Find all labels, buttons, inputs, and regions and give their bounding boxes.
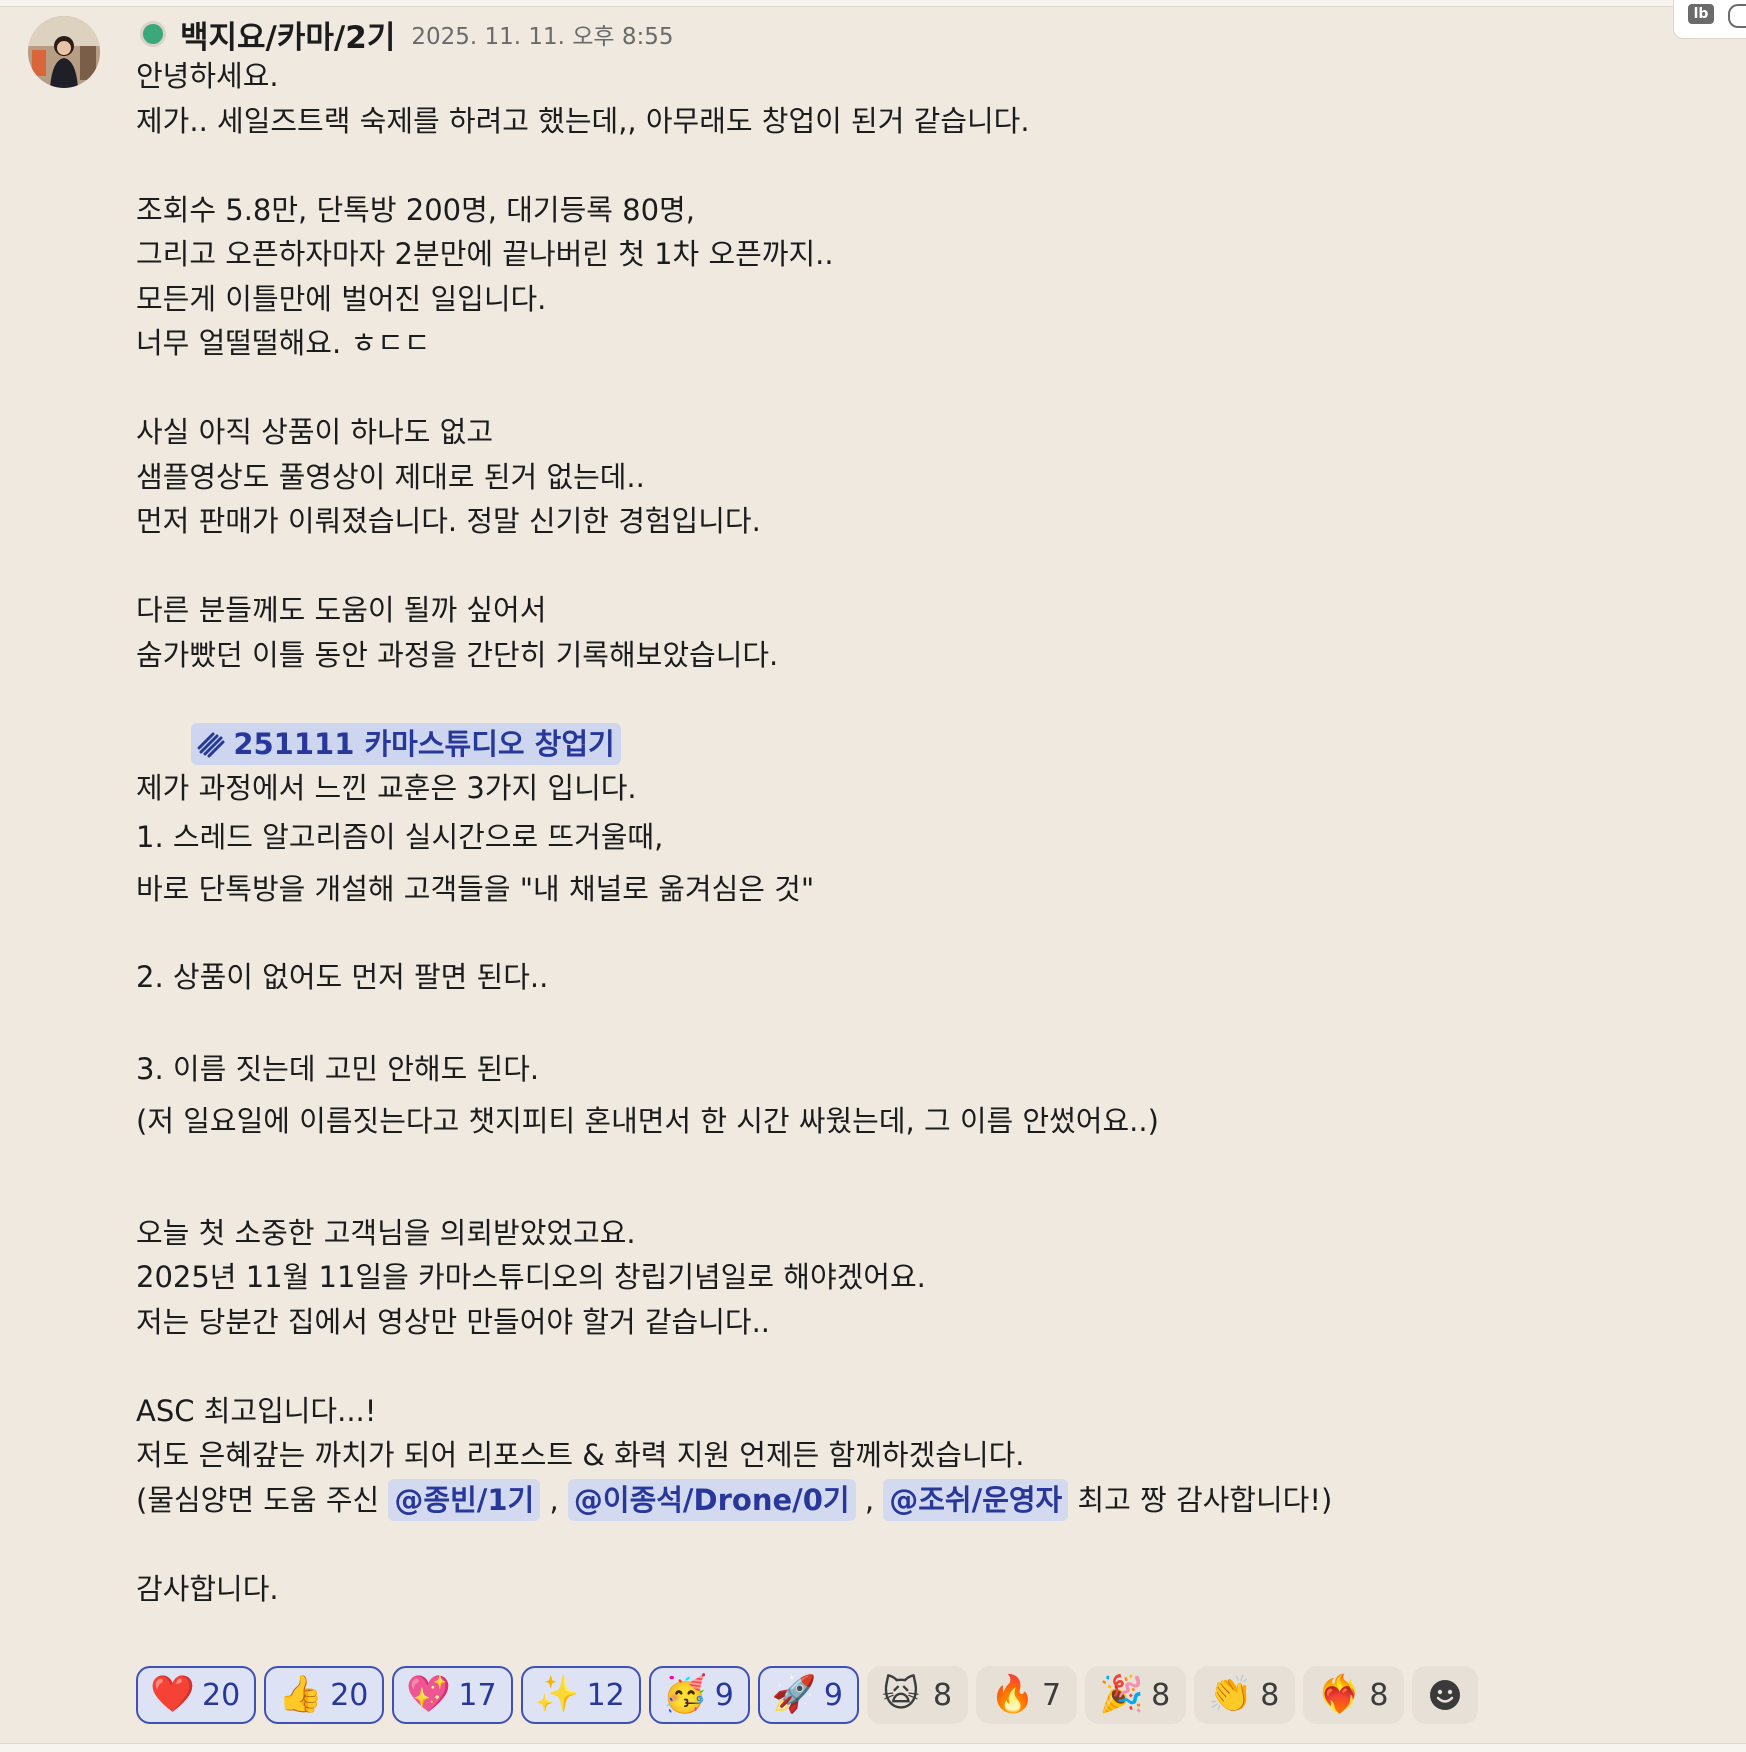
canvas-link-label: 251111 카마스튜디오 창업기 <box>233 726 615 761</box>
reaction-count: 20 <box>330 1677 369 1713</box>
message-line <box>136 1344 1696 1389</box>
clapping-hands-icon: 👏 <box>1208 1674 1254 1715</box>
message-line: 그리고 오픈하자마자 2분만에 끝나버린 첫 1차 오픈까지.. <box>136 237 834 271</box>
lesson-1: 1. 스레드 알고리즘이 실시간으로 뜨거울때, <box>136 819 664 854</box>
mention-josh[interactable]: @조쉬/운영자 <box>883 1478 1069 1521</box>
reaction-count: 8 <box>932 1677 953 1713</box>
party-face-icon: 🥳 <box>662 1674 708 1715</box>
sparkles-icon: ✨ <box>534 1674 580 1715</box>
reaction-count: 8 <box>1260 1677 1280 1713</box>
message-timestamp[interactable]: 2025. 11. 11. 오후 8:55 <box>411 17 673 51</box>
message-line: 오늘 첫 소중한 고객님을 의뢰받았었고요. <box>136 1215 636 1250</box>
message-line: ASC 최고입니다...! <box>136 1393 377 1428</box>
rocket-icon: 🚀 <box>771 1674 817 1715</box>
reaction-thumbs-up[interactable]: 👍 20 <box>264 1666 385 1724</box>
message-line: 조회수 5.8만, 단톡방 200명, 대기등록 80명, <box>136 192 695 227</box>
shocked-cat-icon: 🙀 <box>882 1674 920 1715</box>
fire-icon: 🔥 <box>990 1674 1035 1715</box>
more-actions-icon[interactable] <box>1728 4 1746 28</box>
canvas-icon <box>197 732 225 757</box>
lessons-intro: 제가 과정에서 느낀 교훈은 3가지 입니다. <box>136 771 637 805</box>
reaction-count: 17 <box>458 1677 497 1713</box>
heart-icon: ❤️ <box>150 1674 195 1715</box>
separator: , <box>549 1482 559 1517</box>
message-line <box>136 544 1696 589</box>
reaction-sparkles[interactable]: ✨ 12 <box>520 1666 641 1724</box>
lesson-2: 2. 상품이 없어도 먼저 팔면 된다.. <box>136 959 549 994</box>
avatar[interactable] <box>28 16 100 88</box>
message-line: 다른 분들께도 도움이 될까 싶어서 <box>136 593 547 627</box>
reaction-sparkling-heart[interactable]: 💖 17 <box>392 1666 513 1724</box>
smiley-icon <box>1430 1680 1461 1710</box>
message-body: 안녕하세요. 제가.. 세일즈트랙 숙제를 하려고 했는데,, 아무래도 창업이… <box>136 54 1696 1611</box>
mention-leejongseok[interactable]: @이종석/Drone/0기 <box>567 1478 856 1521</box>
reaction-party-popper[interactable]: 🎉 8 <box>1085 1666 1187 1724</box>
message-line: 먼저 판매가 이뤄졌습니다. 정말 신기한 경험입니다. <box>136 504 761 538</box>
thanks-suffix: 최고 짱 감사합니다!) <box>1077 1482 1333 1517</box>
bottom-divider <box>0 1743 1746 1752</box>
reaction-clapping-hands[interactable]: 👏 8 <box>1194 1666 1296 1724</box>
reaction-count: 7 <box>1042 1677 1062 1713</box>
lesson-1-detail: 바로 단톡방을 개설해 고객들을 "내 채널로 옮겨심은 것" <box>136 871 815 906</box>
lesson-3-note: (저 일요일에 이름짓는다고 챗지피티 혼내면서 한 시간 싸웠는데, 그 이름… <box>136 1103 1159 1138</box>
lesson-3: 3. 이름 짓는데 고민 안해도 된다. <box>136 1051 540 1086</box>
author-name[interactable]: 백지요/카마/2기 <box>180 12 395 57</box>
message: 백지요/카마/2기 2025. 11. 11. 오후 8:55 안녕하세요. 제… <box>136 14 1696 1611</box>
message-line: 저도 은혜갚는 까치가 되어 리포스트 & 화력 지원 언제든 함께하겠습니다. <box>136 1438 1025 1472</box>
reaction-count: 8 <box>1151 1677 1171 1713</box>
party-popper-icon: 🎉 <box>1099 1674 1144 1715</box>
message-line: 샘플영상도 풀영상이 제대로 된거 없는데.. <box>136 459 645 494</box>
reaction-count: 8 <box>1369 1677 1389 1713</box>
canvas-link-line: 251111 카마스튜디오 창업기 <box>136 677 1696 765</box>
message-line: 숨가빴던 이틀 동안 과정을 간단히 기록해보았습니다. <box>136 637 779 672</box>
reaction-shocked-cat[interactable]: 🙀 8 <box>866 1666 969 1724</box>
closing-line: 감사합니다. <box>136 1571 279 1606</box>
reaction-count: 9 <box>823 1677 843 1713</box>
reaction-heart-on-fire[interactable]: ❤️‍🔥 8 <box>1303 1666 1405 1724</box>
message-line: 모든게 이틀만에 벌어진 일입니다. <box>136 281 547 316</box>
message-header: 백지요/카마/2기 2025. 11. 11. 오후 8:55 <box>136 12 1696 57</box>
thumbs-up-icon: 👍 <box>278 1674 324 1715</box>
top-divider <box>0 0 1746 7</box>
message-line <box>136 143 1696 188</box>
separator: , <box>864 1482 875 1517</box>
sparkling-heart-icon: 💖 <box>406 1674 452 1715</box>
reaction-bar: ❤️ 20 👍 20 💖 17 ✨ 12 🥳 9 🚀 9 🙀 8 🔥 7 🎉 8 👏 8 ❤️‍🔥 8 <box>136 1666 1479 1724</box>
thanks-line: (물심양면 도움 주신 @종빈/1기 , @이종석/Drone/0기 , @조쉬… <box>136 1478 1696 1523</box>
message-line: 사실 아직 상품이 하나도 없고 <box>136 415 494 449</box>
reaction-count: 9 <box>714 1677 734 1713</box>
reaction-party-face[interactable]: 🥳 9 <box>648 1666 750 1724</box>
reaction-heart[interactable]: ❤️ 20 <box>136 1666 257 1724</box>
reaction-rocket[interactable]: 🚀 9 <box>757 1666 859 1724</box>
message-line: 2025년 11월 11일을 카마스튜디오의 창립기념일로 해야겠어요. <box>136 1260 926 1294</box>
message-line: 제가.. 세일즈트랙 숙제를 하려고 했는데,, 아무래도 창업이 된거 같습니… <box>136 103 1030 138</box>
message-line: 안녕하세요. <box>136 59 279 93</box>
thanks-prefix: (물심양면 도움 주신 <box>136 1482 380 1517</box>
message-line: 저는 당분간 집에서 영상만 만들어야 할거 같습니다.. <box>136 1304 771 1339</box>
mention-jongbin[interactable]: @종빈/1기 <box>388 1478 541 1521</box>
message-line <box>136 366 1696 411</box>
message-line: 너무 얼떨떨해요. ㅎㄷㄷ <box>136 326 431 360</box>
canvas-link[interactable]: 251111 카마스튜디오 창업기 <box>191 722 621 765</box>
avatar-photo <box>28 16 100 88</box>
heart-on-fire-icon: ❤️‍🔥 <box>1317 1674 1363 1715</box>
reaction-fire[interactable]: 🔥 7 <box>976 1666 1078 1724</box>
add-reaction-button[interactable] <box>1412 1666 1479 1724</box>
reaction-count: 20 <box>202 1677 241 1713</box>
reaction-count: 12 <box>586 1677 625 1713</box>
online-status-icon <box>140 21 166 47</box>
